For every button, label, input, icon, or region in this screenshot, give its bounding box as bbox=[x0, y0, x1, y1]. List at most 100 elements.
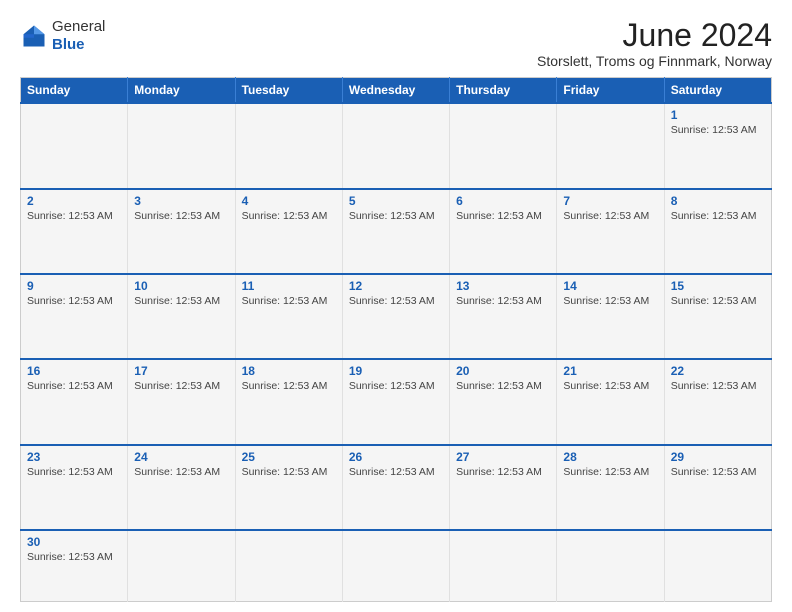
day-number: 17 bbox=[134, 364, 228, 378]
day-info: Sunrise: 12:53 AM bbox=[671, 380, 757, 392]
cell-w3-d3: 12 Sunrise: 12:53 AM bbox=[342, 274, 449, 359]
logo-blue: Blue bbox=[52, 36, 85, 53]
week-row-3: 9 Sunrise: 12:53 AM 10 Sunrise: 12:53 AM 11 S… bbox=[21, 274, 772, 359]
cell-w6-d6 bbox=[664, 530, 771, 602]
cell-w5-d6: 29 Sunrise: 12:53 AM bbox=[664, 445, 771, 530]
day-number: 13 bbox=[456, 279, 550, 293]
day-number: 12 bbox=[349, 279, 443, 293]
logo-icon bbox=[20, 22, 48, 50]
location: Storslett, Troms og Finnmark, Norway bbox=[537, 53, 772, 69]
cell-w4-d0: 16Sunrise: 12:53 AM bbox=[21, 359, 128, 444]
cell-w1-d6: 1Sunrise: 12:53 AM bbox=[664, 103, 771, 188]
day-info: Sunrise: 12:53 AM bbox=[27, 210, 113, 222]
day-number: 9 bbox=[27, 279, 121, 293]
cell-w4-d6: 22 Sunrise: 12:53 AM bbox=[664, 359, 771, 444]
day-info: Sunrise: 12:53 AM bbox=[563, 466, 649, 478]
day-info: Sunrise: 12:53 AM bbox=[456, 380, 542, 392]
cell-w5-d2: 25 Sunrise: 12:53 AM bbox=[235, 445, 342, 530]
cell-w2-d0: 2 Sunrise: 12:53 AM bbox=[21, 189, 128, 274]
day-number: 30 bbox=[27, 535, 121, 549]
col-monday: Monday bbox=[128, 78, 235, 104]
day-number: 14 bbox=[563, 279, 657, 293]
cell-w1-d2 bbox=[235, 103, 342, 188]
day-number: 11 bbox=[242, 279, 336, 293]
day-info: Sunrise: 12:53 AM bbox=[349, 466, 435, 478]
cell-w2-d2: 4 Sunrise: 12:53 AM bbox=[235, 189, 342, 274]
day-number: 6 bbox=[456, 194, 550, 208]
cell-w6-d2 bbox=[235, 530, 342, 602]
day-number: 5 bbox=[349, 194, 443, 208]
day-number: 28 bbox=[563, 450, 657, 464]
cell-w1-d4 bbox=[450, 103, 557, 188]
week-row-1: 1Sunrise: 12:53 AM bbox=[21, 103, 772, 188]
week-row-4: 16Sunrise: 12:53 AM17Sunrise: 12:53 AM18… bbox=[21, 359, 772, 444]
cell-w3-d1: 10 Sunrise: 12:53 AM bbox=[128, 274, 235, 359]
day-number: 16 bbox=[27, 364, 121, 378]
day-info: Sunrise: 12:53 AM bbox=[456, 466, 542, 478]
day-info: Sunrise: 12:53 AM bbox=[456, 295, 542, 307]
cell-w5-d5: 28 Sunrise: 12:53 AM bbox=[557, 445, 664, 530]
cell-w3-d4: 13 Sunrise: 12:53 AM bbox=[450, 274, 557, 359]
day-number: 29 bbox=[671, 450, 765, 464]
day-number: 8 bbox=[671, 194, 765, 208]
day-info: Sunrise: 12:53 AM bbox=[671, 295, 757, 307]
col-sunday: Sunday bbox=[21, 78, 128, 104]
week-row-2: 2Sunrise: 12:53 AM3Sunrise: 12:53 AM4Sun… bbox=[21, 189, 772, 274]
day-info: Sunrise: 12:53 AM bbox=[563, 380, 649, 392]
day-number: 18 bbox=[242, 364, 336, 378]
day-info: Sunrise: 12:53 AM bbox=[671, 466, 757, 478]
cell-w2-d1: 3Sunrise: 12:53 AM bbox=[128, 189, 235, 274]
day-info: Sunrise: 12:53 AM bbox=[242, 295, 328, 307]
day-info: Sunrise: 12:53 AM bbox=[242, 466, 328, 478]
cell-w3-d5: 14 Sunrise: 12:53 AM bbox=[557, 274, 664, 359]
logo: General Blue bbox=[20, 18, 105, 54]
day-number: 20 bbox=[456, 364, 550, 378]
day-info: Sunrise: 12:53 AM bbox=[134, 466, 220, 478]
cell-w1-d0 bbox=[21, 103, 128, 188]
day-number: 10 bbox=[134, 279, 228, 293]
cell-w6-d4 bbox=[450, 530, 557, 602]
col-wednesday: Wednesday bbox=[342, 78, 449, 104]
day-info: Sunrise: 12:53 AM bbox=[27, 466, 113, 478]
calendar-header-row: Sunday Monday Tuesday Wednesday Thursday… bbox=[21, 78, 772, 104]
day-info: Sunrise: 12:53 AM bbox=[349, 295, 435, 307]
day-info: Sunrise: 12:53 AM bbox=[242, 210, 328, 222]
day-number: 21 bbox=[563, 364, 657, 378]
cell-w5-d0: 23Sunrise: 12:53 AM bbox=[21, 445, 128, 530]
day-number: 25 bbox=[242, 450, 336, 464]
month-title: June 2024 bbox=[537, 18, 772, 53]
cell-w5-d3: 26 Sunrise: 12:53 AM bbox=[342, 445, 449, 530]
cell-w6-d3 bbox=[342, 530, 449, 602]
cell-w3-d0: 9 Sunrise: 12:53 AM bbox=[21, 274, 128, 359]
logo-general: General bbox=[52, 18, 105, 35]
day-number: 7 bbox=[563, 194, 657, 208]
day-info: Sunrise: 12:53 AM bbox=[242, 380, 328, 392]
day-info: Sunrise: 12:53 AM bbox=[563, 295, 649, 307]
col-thursday: Thursday bbox=[450, 78, 557, 104]
cell-w1-d3 bbox=[342, 103, 449, 188]
week-row-5: 23Sunrise: 12:53 AM24Sunrise: 12:53 AM25… bbox=[21, 445, 772, 530]
day-number: 2 bbox=[27, 194, 121, 208]
cell-w5-d4: 27 Sunrise: 12:53 AM bbox=[450, 445, 557, 530]
day-number: 4 bbox=[242, 194, 336, 208]
day-info: Sunrise: 12:53 AM bbox=[456, 210, 542, 222]
header: General Blue June 2024 Storslett, Troms … bbox=[20, 18, 772, 69]
day-info: Sunrise: 12:53 AM bbox=[563, 210, 649, 222]
cell-w4-d5: 21 Sunrise: 12:53 AM bbox=[557, 359, 664, 444]
cell-w4-d4: 20 Sunrise: 12:53 AM bbox=[450, 359, 557, 444]
day-number: 26 bbox=[349, 450, 443, 464]
day-info: Sunrise: 12:53 AM bbox=[349, 380, 435, 392]
day-info: Sunrise: 12:53 AM bbox=[27, 295, 113, 307]
calendar-table: Sunday Monday Tuesday Wednesday Thursday… bbox=[20, 77, 772, 602]
day-number: 15 bbox=[671, 279, 765, 293]
cell-w5-d1: 24Sunrise: 12:53 AM bbox=[128, 445, 235, 530]
cell-w2-d3: 5Sunrise: 12:53 AM bbox=[342, 189, 449, 274]
cell-w2-d5: 7 Sunrise: 12:53 AM bbox=[557, 189, 664, 274]
day-info: Sunrise: 12:53 AM bbox=[671, 124, 757, 136]
cell-w1-d5 bbox=[557, 103, 664, 188]
day-number: 27 bbox=[456, 450, 550, 464]
day-number: 22 bbox=[671, 364, 765, 378]
day-info: Sunrise: 12:53 AM bbox=[134, 295, 220, 307]
cell-w3-d2: 11 Sunrise: 12:53 AM bbox=[235, 274, 342, 359]
day-info: Sunrise: 12:53 AM bbox=[134, 210, 220, 222]
